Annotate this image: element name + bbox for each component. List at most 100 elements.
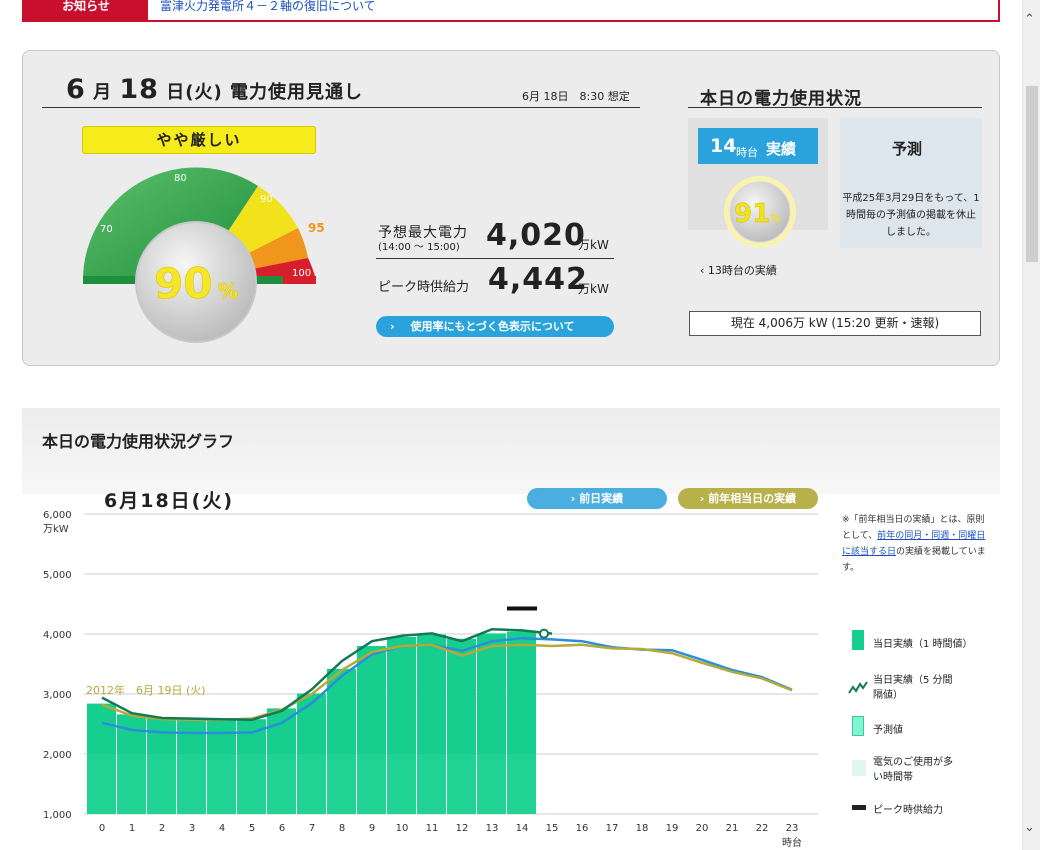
x-tick-label: 13 <box>486 823 499 834</box>
scroll-down-icon[interactable]: ⌄ <box>1024 820 1035 835</box>
bar-band <box>387 754 416 814</box>
gauge-tick-80: 80 <box>174 173 187 184</box>
x-tick-label: 7 <box>309 823 315 834</box>
today-status-title: 本日の電力使用状況 <box>700 89 862 109</box>
color-info-button[interactable]: › 使用率にもとづく色表示について <box>376 316 614 337</box>
legend-five-min-swatch <box>848 681 868 694</box>
x-tick-label: 11 <box>426 823 439 834</box>
bar-band <box>147 754 176 814</box>
x-tick-label: 5 <box>249 823 255 834</box>
chevron-right-icon: › <box>570 492 576 505</box>
gauge-tick-95: 95 <box>308 221 325 235</box>
x-tick-label: 8 <box>339 823 345 834</box>
usage-chart: 1,0002,0003,0004,0005,0006,000万kW0 1 2 3 4 5 6… <box>43 510 818 849</box>
peak-supply-value: 4,442 <box>488 262 588 297</box>
legend-five-min-label: 当日実績（5 分間隔値） <box>873 675 953 701</box>
usage-gauge: 70 80 90 100 95 90 % <box>83 167 325 343</box>
bar-band <box>327 754 356 814</box>
legend-peak-hours-label: 電気のご使用が多い時間帯 <box>873 757 953 783</box>
y-tick-label: 2,000 <box>43 750 72 761</box>
actual-hour-unit: 時台 <box>736 146 758 159</box>
forecast-value: 4,020 <box>486 218 586 253</box>
legend-actual-label: 当日実績（1 時間値） <box>873 639 973 650</box>
status-badge: やや厳しい <box>82 126 316 154</box>
prev-day-label: 前日実績 <box>579 492 624 505</box>
prev-hour-link[interactable]: ‹ 13時台の実績 <box>700 262 777 278</box>
y-tick-label: 4,000 <box>43 630 72 641</box>
x-tick-label: 20 <box>696 823 709 834</box>
x-tick-label: 19 <box>666 823 679 834</box>
prev-hour-label: 13時台の実績 <box>707 264 777 277</box>
x-tick-label: 14 <box>516 823 529 834</box>
y-tick-label: 5,000 <box>43 570 72 581</box>
gauge-tick-100: 100 <box>292 268 311 279</box>
actual-percent-gauge: 91 % <box>724 176 796 248</box>
y-tick-label: 1,000 <box>43 810 72 821</box>
bar-band <box>87 754 116 814</box>
notice-link[interactable]: 富津火力発電所４－２軸の復旧について <box>160 0 376 14</box>
actual-label: 実績 <box>766 140 797 158</box>
legend-forecast-swatch <box>852 716 864 736</box>
x-tick-label: 15 <box>546 823 559 834</box>
bar-band <box>177 754 206 814</box>
forecast-unit: 万kW <box>578 238 609 252</box>
notice-bar: お知らせ 富津火力発電所４－２軸の復旧について <box>22 0 1000 22</box>
value-divider <box>376 258 614 259</box>
outlook-day: 18 <box>119 74 159 105</box>
outlook-title-suffix: 電力使用見通し <box>229 82 363 103</box>
y-axis-unit: 万kW <box>43 524 69 535</box>
x-tick-label: 16 <box>576 823 589 834</box>
x-tick-label: 21 <box>726 823 739 834</box>
x-tick-label: 1 <box>129 823 135 834</box>
outlook-weekday: (火) <box>185 82 223 103</box>
actual-percent-unit: % <box>770 212 781 225</box>
x-tick-label: 2 <box>159 823 165 834</box>
today-title-underline <box>688 107 982 108</box>
chevron-right-icon: › <box>699 492 705 505</box>
bar-band <box>207 754 236 814</box>
actual-hour: 14 <box>710 135 737 157</box>
color-info-label: 使用率にもとづく色表示について <box>410 320 575 333</box>
peak-supply-marker <box>507 606 537 611</box>
outlook-title-underline <box>42 107 640 108</box>
graph-title: 本日の電力使用状況グラフ <box>42 432 235 451</box>
y-tick-label: 3,000 <box>43 690 72 701</box>
prev-year-series-label: 2012年 6月 19日 (火) <box>86 683 206 697</box>
current-usage-box: 現在 4,006万 kW (15:20 更新・速報) <box>689 311 981 336</box>
legend-peak-hours-swatch <box>852 760 866 776</box>
bar-band <box>297 754 326 814</box>
x-tick-label: 12 <box>456 823 469 834</box>
chevron-left-icon: ‹ <box>700 264 705 277</box>
bar-band <box>237 754 266 814</box>
outlook-day-unit: 日 <box>166 82 186 103</box>
peak-supply-unit: 万kW <box>578 282 609 296</box>
bar-band <box>447 754 476 814</box>
legend-forecast-label: 予測値 <box>873 725 903 736</box>
legend-actual-swatch <box>852 630 864 650</box>
gauge-tick-90: 90 <box>260 194 273 205</box>
x-tick-label: 0 <box>99 823 105 834</box>
x-tick-label: 17 <box>606 823 619 834</box>
outlook-title: 6 月 18 日(火) 電力使用見通し <box>66 74 363 105</box>
x-tick-label: 6 <box>279 823 285 834</box>
x-tick-label: 9 <box>369 823 375 834</box>
x-tick-label: 18 <box>636 823 649 834</box>
bar-band <box>357 754 386 814</box>
forecast-time: (14:00 ～ 15:00) <box>378 242 460 253</box>
scroll-up-icon[interactable]: ⌃ <box>1024 12 1035 27</box>
scrollbar-thumb[interactable] <box>1026 86 1038 262</box>
notice-label: お知らせ <box>24 0 148 20</box>
x-tick-label: 23 <box>786 823 799 834</box>
legend-peak-supply-label: ピーク時供給力 <box>873 805 943 816</box>
legend-peak-supply-swatch <box>852 805 866 810</box>
gauge-tick-70: 70 <box>100 224 113 235</box>
chevron-right-icon: › <box>390 320 395 333</box>
x-tick-label: 3 <box>189 823 195 834</box>
bar-band <box>477 754 506 814</box>
bar-band <box>507 754 536 814</box>
prev-year-note: ※「前年相当日の実績」とは、原則として、前年の同月・同週・同曜日に該当する日の実… <box>842 512 992 576</box>
x-tick-label: 10 <box>396 823 409 834</box>
y-tick-label: 6,000 <box>43 510 72 521</box>
peak-supply-label: ピーク時供給力 <box>378 280 470 295</box>
outlook-month-unit: 月 <box>93 82 113 103</box>
